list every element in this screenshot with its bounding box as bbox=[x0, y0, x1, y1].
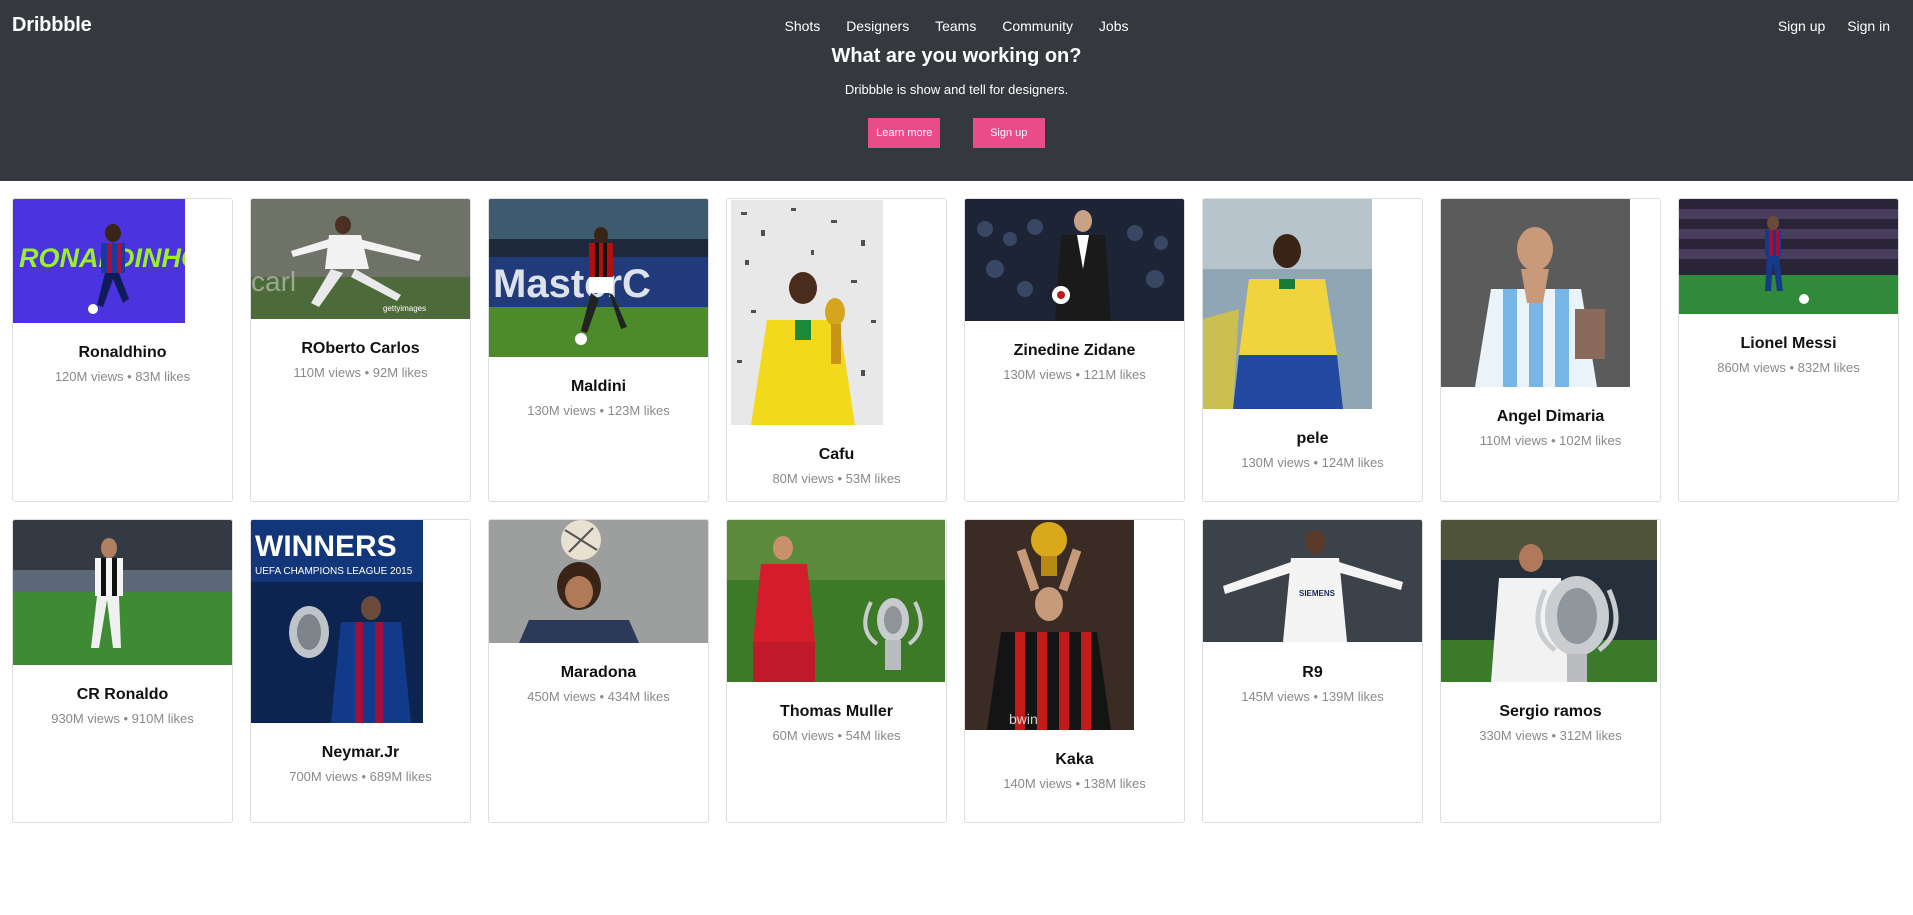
shot-card-sergio-ramos[interactable]: Sergio ramos 330M views • 312M likes bbox=[1440, 519, 1661, 823]
learn-more-button[interactable]: Learn more bbox=[868, 118, 941, 148]
hero-title: What are you working on? bbox=[831, 45, 1082, 67]
image-caption: WINNERS bbox=[255, 530, 397, 563]
shot-card-kaka[interactable]: bwin Kaka 140M views • 138M likes bbox=[964, 519, 1185, 823]
shot-title[interactable]: Thomas Muller bbox=[727, 703, 946, 721]
shot-image-kaka[interactable]: bwin bbox=[965, 520, 1134, 730]
top-banner: Dribbble Shots Designers Teams Community… bbox=[0, 0, 1913, 181]
svg-text:carl: carl bbox=[251, 266, 296, 297]
shot-card-maradona[interactable]: Maradona 450M views • 434M likes bbox=[488, 519, 709, 823]
shot-stats: 110M views • 92M likes bbox=[293, 365, 428, 380]
shot-stats: 110M views • 102M likes bbox=[1479, 433, 1622, 448]
shot-title[interactable]: Ronaldhino bbox=[13, 344, 232, 362]
shot-title[interactable]: Zinedine Zidane bbox=[965, 342, 1184, 360]
shot-stats: 60M views • 54M likes bbox=[772, 728, 901, 743]
shot-title[interactable]: ROberto Carlos bbox=[251, 340, 470, 358]
main-nav: Shots Designers Teams Community Jobs bbox=[0, 18, 1913, 34]
shot-card-lionel-messi[interactable]: Lionel Messi 860M views • 832M likes bbox=[1678, 198, 1899, 502]
shot-image-thomas-muller[interactable] bbox=[727, 520, 945, 682]
shot-title[interactable]: pele bbox=[1203, 430, 1422, 448]
shot-stats: 130M views • 123M likes bbox=[527, 403, 670, 418]
shot-image-r9[interactable]: SIEMENS bbox=[1203, 520, 1422, 642]
shot-card-r9[interactable]: SIEMENS R9 145M views • 139M likes bbox=[1202, 519, 1423, 823]
shot-title[interactable]: R9 bbox=[1203, 664, 1422, 682]
shot-card-cafu[interactable]: Cafu 80M views • 53M likes bbox=[726, 198, 947, 502]
shot-stats: 140M views • 138M likes bbox=[1003, 776, 1146, 791]
shot-image-ronaldinho[interactable]: RONALDINHO bbox=[13, 199, 185, 323]
shot-image-cafu[interactable] bbox=[731, 200, 883, 425]
shot-card-angel-dimaria[interactable]: Angel Dimaria 110M views • 102M likes bbox=[1440, 198, 1661, 502]
shot-stats: 120M views • 83M likes bbox=[54, 369, 191, 384]
shot-image-cr-ronaldo[interactable] bbox=[13, 520, 232, 665]
shot-title[interactable]: CR Ronaldo bbox=[13, 686, 232, 704]
shot-stats: 450M views • 434M likes bbox=[527, 689, 670, 704]
nav-jobs[interactable]: Jobs bbox=[1099, 18, 1129, 34]
shot-image-maldini[interactable]: MasterC bbox=[489, 199, 708, 357]
shot-card-ronaldinho[interactable]: RONALDINHO Ronaldhino 120M views • 83M l… bbox=[12, 198, 233, 502]
shot-title[interactable]: Lionel Messi bbox=[1679, 335, 1898, 353]
image-watermark: gettyimages bbox=[383, 304, 426, 313]
shot-title[interactable]: Maldini bbox=[489, 378, 708, 396]
image-caption: SIEMENS bbox=[1299, 589, 1336, 598]
shot-stats: 930M views • 910M likes bbox=[51, 711, 194, 726]
image-caption: MasterC bbox=[493, 262, 651, 306]
shot-stats: 330M views • 312M likes bbox=[1479, 728, 1622, 743]
shot-title[interactable]: Neymar.Jr bbox=[251, 744, 470, 762]
shot-card-thomas-muller[interactable]: Thomas Muller 60M views • 54M likes bbox=[726, 519, 947, 823]
shot-image-lionel-messi[interactable] bbox=[1679, 199, 1898, 314]
shot-stats: 860M views • 832M likes bbox=[1717, 360, 1860, 375]
shot-title[interactable]: Angel Dimaria bbox=[1441, 408, 1660, 426]
shot-stats: 130M views • 124M likes bbox=[1241, 455, 1384, 470]
nav-sign-in[interactable]: Sign in bbox=[1847, 18, 1890, 34]
shot-card-neymar[interactable]: WINNERS UEFA CHAMPIONS LEAGUE 2015 Neyma… bbox=[250, 519, 471, 823]
image-caption: UEFA CHAMPIONS LEAGUE 2015 bbox=[255, 566, 413, 577]
nav-designers[interactable]: Designers bbox=[846, 18, 909, 34]
auth-links: Sign up Sign in bbox=[1760, 18, 1890, 34]
shot-stats: 80M views • 53M likes bbox=[772, 471, 901, 486]
shot-stats: 700M views • 689M likes bbox=[289, 769, 432, 784]
shot-image-sergio-ramos[interactable] bbox=[1441, 520, 1657, 682]
nav-community[interactable]: Community bbox=[1002, 18, 1073, 34]
shot-title[interactable]: Kaka bbox=[965, 751, 1184, 769]
shot-image-zidane[interactable] bbox=[965, 199, 1184, 321]
shot-title[interactable]: Cafu bbox=[727, 446, 946, 464]
shot-image-roberto-carlos[interactable]: carl gettyimages bbox=[251, 199, 470, 319]
nav-teams[interactable]: Teams bbox=[935, 18, 976, 34]
shot-card-maldini[interactable]: MasterC Maldini 130M views • 123M likes bbox=[488, 198, 709, 502]
shot-title[interactable]: Sergio ramos bbox=[1441, 703, 1660, 721]
hero-sign-up-button[interactable]: Sign up bbox=[972, 118, 1045, 148]
shot-image-angel-dimaria[interactable] bbox=[1441, 199, 1630, 387]
shot-card-cr-ronaldo[interactable]: CR Ronaldo 930M views • 910M likes bbox=[12, 519, 233, 823]
shot-card-roberto-carlos[interactable]: carl gettyimages ROberto Carlos 110M vie… bbox=[250, 198, 471, 502]
shot-stats: 130M views • 121M likes bbox=[1003, 367, 1146, 382]
hero-subtitle: Dribbble is show and tell for designers. bbox=[844, 82, 1069, 97]
shot-title[interactable]: Maradona bbox=[489, 664, 708, 682]
shot-stats: 145M views • 139M likes bbox=[1241, 689, 1384, 704]
shot-image-maradona[interactable] bbox=[489, 520, 708, 643]
shot-image-pele[interactable] bbox=[1203, 199, 1372, 409]
nav-shots[interactable]: Shots bbox=[784, 18, 820, 34]
shot-image-neymar[interactable]: WINNERS UEFA CHAMPIONS LEAGUE 2015 bbox=[251, 520, 423, 723]
nav-sign-up[interactable]: Sign up bbox=[1778, 18, 1825, 34]
shot-card-pele[interactable]: pele 130M views • 124M likes bbox=[1202, 198, 1423, 502]
image-caption: bwin bbox=[1009, 711, 1038, 727]
hero-buttons: Learn more Sign up bbox=[0, 118, 1913, 148]
shot-card-zidane[interactable]: Zinedine Zidane 130M views • 121M likes bbox=[964, 198, 1185, 502]
